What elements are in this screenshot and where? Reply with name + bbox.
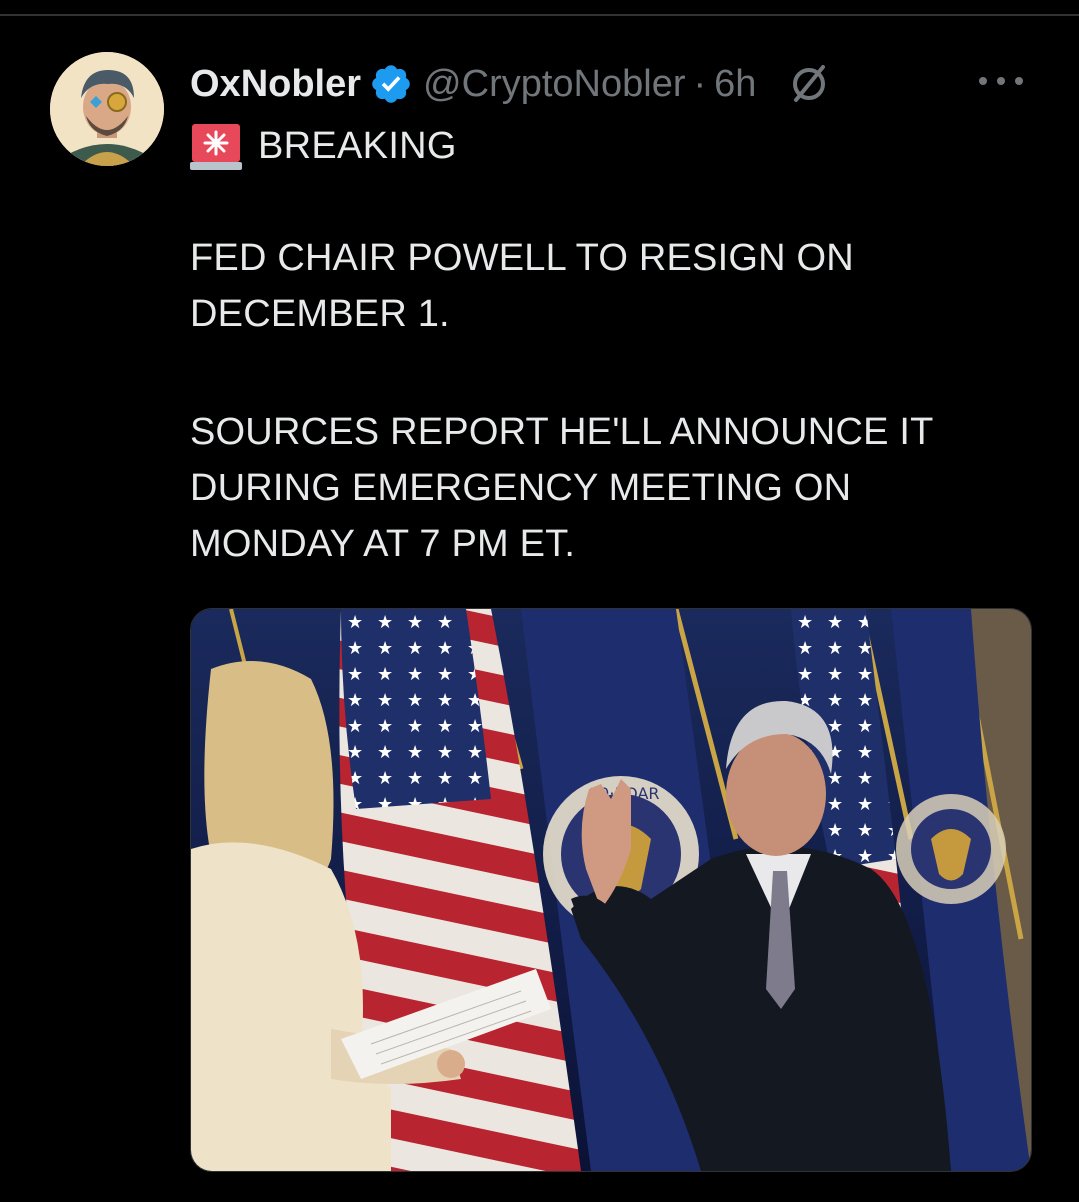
text-line: DURING EMERGENCY MEETING ON <box>190 467 852 509</box>
text-line: SOURCES REPORT HE'LL ANNOUNCE IT <box>190 411 934 453</box>
top-divider <box>0 14 1079 16</box>
tweet-header: OxNobler @CryptoNobler · 6h <box>190 56 832 112</box>
timestamp[interactable]: 6h <box>714 63 756 106</box>
tweet-photo[interactable]: ★ 10·BOAR <box>190 608 1032 1172</box>
more-options-icon[interactable] <box>975 70 1027 92</box>
separator-dot: · <box>693 62 707 105</box>
grok-icon[interactable] <box>756 61 832 107</box>
text-line: MONDAY AT 7 PM ET. <box>190 523 576 565</box>
breaking-line: BREAKING <box>190 118 457 174</box>
tweet-paragraph-2: SOURCES REPORT HE'LL ANNOUNCE IT DURING … <box>190 404 934 572</box>
siren-emoji-icon <box>190 120 258 172</box>
verified-badge-icon <box>361 62 413 106</box>
display-name[interactable]: OxNobler <box>190 63 361 106</box>
handle[interactable]: @CryptoNobler <box>423 63 685 106</box>
tweet-paragraph-1: FED CHAIR POWELL TO RESIGN ON DECEMBER 1… <box>190 230 854 342</box>
text-line: DECEMBER 1. <box>190 293 450 335</box>
text-line: FED CHAIR POWELL TO RESIGN ON <box>190 237 854 279</box>
breaking-label: BREAKING <box>258 124 457 167</box>
avatar[interactable] <box>50 52 164 166</box>
